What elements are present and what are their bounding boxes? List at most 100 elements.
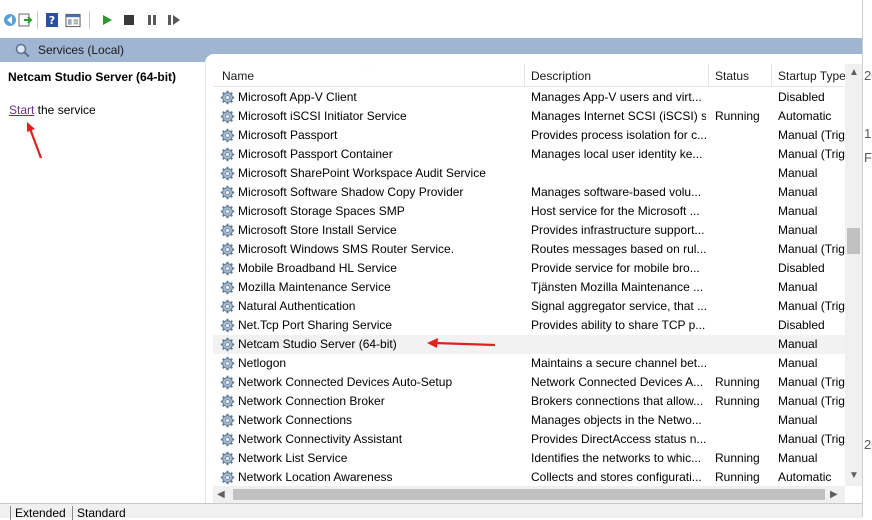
service-name: Natural Authentication: [238, 299, 356, 313]
column-header-startup-type[interactable]: Startup Type: [778, 69, 845, 83]
service-row[interactable]: Microsoft Storage Spaces SMP Host service…: [213, 202, 845, 221]
service-description: Manages local user identity ke...: [531, 147, 703, 161]
export-icon[interactable]: [17, 12, 33, 28]
service-gear-icon: [220, 356, 235, 371]
service-status: Running: [715, 451, 760, 465]
service-startup-type: Disabled: [778, 261, 825, 275]
service-startup-type: Manual (Trig: [778, 394, 845, 408]
scroll-up-icon[interactable]: ▲: [849, 67, 859, 78]
service-row[interactable]: Microsoft App-V Client Manages App-V user…: [213, 88, 845, 107]
service-row[interactable]: Net.Tcp Port Sharing Service Provides abi…: [213, 316, 845, 335]
service-startup-type: Manual: [778, 280, 818, 294]
service-description: Identifies the networks to whic...: [531, 451, 702, 465]
service-startup-type: Disabled: [778, 90, 825, 104]
service-row[interactable]: Natural Authentication Signal aggregator …: [213, 297, 845, 316]
service-row[interactable]: Microsoft Store Install Service Provides …: [213, 221, 845, 240]
service-name: Microsoft Software Shadow Copy Provider: [238, 185, 464, 199]
service-row[interactable]: Netcam Studio Server (64-bit) Manual: [213, 335, 845, 354]
service-startup-type: Manual: [778, 337, 818, 351]
play-icon[interactable]: [99, 12, 115, 28]
service-gear-icon: [220, 166, 235, 181]
service-description: Manages Internet SCSI (iSCSI) s...: [531, 109, 706, 123]
service-gear-icon: [220, 147, 235, 162]
service-row[interactable]: Microsoft SharePoint Workspace Audit Ser…: [213, 164, 845, 183]
service-startup-type: Manual: [778, 166, 818, 180]
restart-icon[interactable]: [166, 12, 182, 28]
service-name: Microsoft Windows SMS Router Service.: [238, 242, 455, 256]
vertical-scroll-thumb[interactable]: [847, 228, 860, 254]
selected-service-name: Netcam Studio Server (64-bit): [8, 70, 177, 84]
background-text-fragment: Fe: [864, 150, 872, 165]
service-gear-icon: [220, 242, 235, 257]
service-description: Provides process isolation for c...: [531, 128, 706, 142]
svg-text:?: ?: [49, 14, 55, 27]
service-row[interactable]: Microsoft Software Shadow Copy Provider M…: [213, 183, 845, 202]
service-row[interactable]: Microsoft Windows SMS Router Service. Rou…: [213, 240, 845, 259]
service-row[interactable]: Microsoft Passport Provides process isola…: [213, 126, 845, 145]
service-row[interactable]: Mobile Broadband HL Service Provide servi…: [213, 259, 845, 278]
service-description: Collects and stores configurati...: [531, 470, 702, 484]
service-gear-icon: [220, 394, 235, 409]
tab-standard[interactable]: Standard: [72, 506, 130, 520]
scroll-left-icon[interactable]: ◀: [217, 489, 225, 500]
service-row[interactable]: Network Connected Devices Auto-Setup Netw…: [213, 373, 845, 392]
service-row[interactable]: Network Connectivity Assistant Provides D…: [213, 430, 845, 449]
help-icon[interactable]: ?: [44, 12, 60, 28]
service-startup-type: Manual (Trig: [778, 147, 845, 161]
service-gear-icon: [220, 261, 235, 276]
service-name: Network List Service: [238, 451, 348, 465]
service-name: Netcam Studio Server (64-bit): [238, 337, 397, 351]
stop-icon[interactable]: [121, 12, 137, 28]
service-status: Running: [715, 375, 760, 389]
service-description: Manages objects in the Netwo...: [531, 413, 702, 427]
service-gear-icon: [220, 432, 235, 447]
service-row[interactable]: Network Connection Broker Brokers connect…: [213, 392, 845, 411]
service-gear-icon: [220, 318, 235, 333]
service-gear-icon: [220, 280, 235, 295]
service-name: Network Connectivity Assistant: [238, 432, 403, 446]
service-gear-icon: [220, 337, 235, 352]
start-service-line: Start the service: [9, 103, 96, 117]
service-row[interactable]: Network Connections Manages objects in th…: [213, 411, 845, 430]
service-row[interactable]: Network List Service Identifies the netwo…: [213, 449, 845, 468]
toolbar-separator: [89, 11, 90, 29]
service-gear-icon: [220, 299, 235, 314]
column-divider[interactable]: [524, 64, 525, 86]
service-details-pane: Netcam Studio Server (64-bit) Start the …: [0, 62, 206, 505]
service-startup-type: Manual: [778, 204, 818, 218]
service-startup-type: Disabled: [778, 318, 825, 332]
start-service-suffix: the service: [34, 103, 96, 117]
start-service-link[interactable]: Start: [9, 103, 34, 117]
back-icon[interactable]: [2, 12, 18, 28]
service-name: Mozilla Maintenance Service: [238, 280, 391, 294]
services-list: ⌃ Name Description Status Startup Type M…: [213, 64, 845, 486]
scroll-down-icon[interactable]: ▼: [849, 470, 859, 481]
horizontal-scroll-thumb[interactable]: [233, 489, 825, 500]
service-row[interactable]: Netlogon Maintains a secure channel bet..…: [213, 354, 845, 373]
column-divider[interactable]: [708, 64, 709, 86]
column-header-row: ⌃ Name Description Status Startup Type: [213, 64, 845, 87]
service-startup-type: Manual: [778, 223, 818, 237]
service-row[interactable]: Network Location Awareness Collects and s…: [213, 468, 845, 486]
service-name: Network Connected Devices Auto-Setup: [238, 375, 453, 389]
service-row[interactable]: Microsoft iSCSI Initiator Service Manages…: [213, 107, 845, 126]
console-icon[interactable]: [65, 12, 81, 28]
service-gear-icon: [220, 185, 235, 200]
service-row[interactable]: Mozilla Maintenance Service Tjänsten Mozi…: [213, 278, 845, 297]
pause-icon[interactable]: [144, 12, 160, 28]
column-divider[interactable]: [771, 64, 772, 86]
service-name: Mobile Broadband HL Service: [238, 261, 397, 275]
service-gear-icon: [220, 451, 235, 466]
column-header-name[interactable]: Name: [222, 69, 254, 83]
service-description: Brokers connections that allow...: [531, 394, 704, 408]
scroll-right-icon[interactable]: ▶: [830, 489, 838, 500]
tab-extended[interactable]: Extended: [10, 506, 70, 520]
service-name: Netlogon: [238, 356, 287, 370]
service-row[interactable]: Microsoft Passport Container Manages loca…: [213, 145, 845, 164]
column-header-status[interactable]: Status: [715, 69, 749, 83]
vertical-scrollbar[interactable]: ▲ ▼: [845, 64, 862, 486]
service-startup-type: Manual (Trig: [778, 299, 845, 313]
service-startup-type: Manual (Trig: [778, 432, 845, 446]
column-header-description[interactable]: Description: [531, 69, 591, 83]
service-startup-type: Automatic: [778, 470, 832, 484]
